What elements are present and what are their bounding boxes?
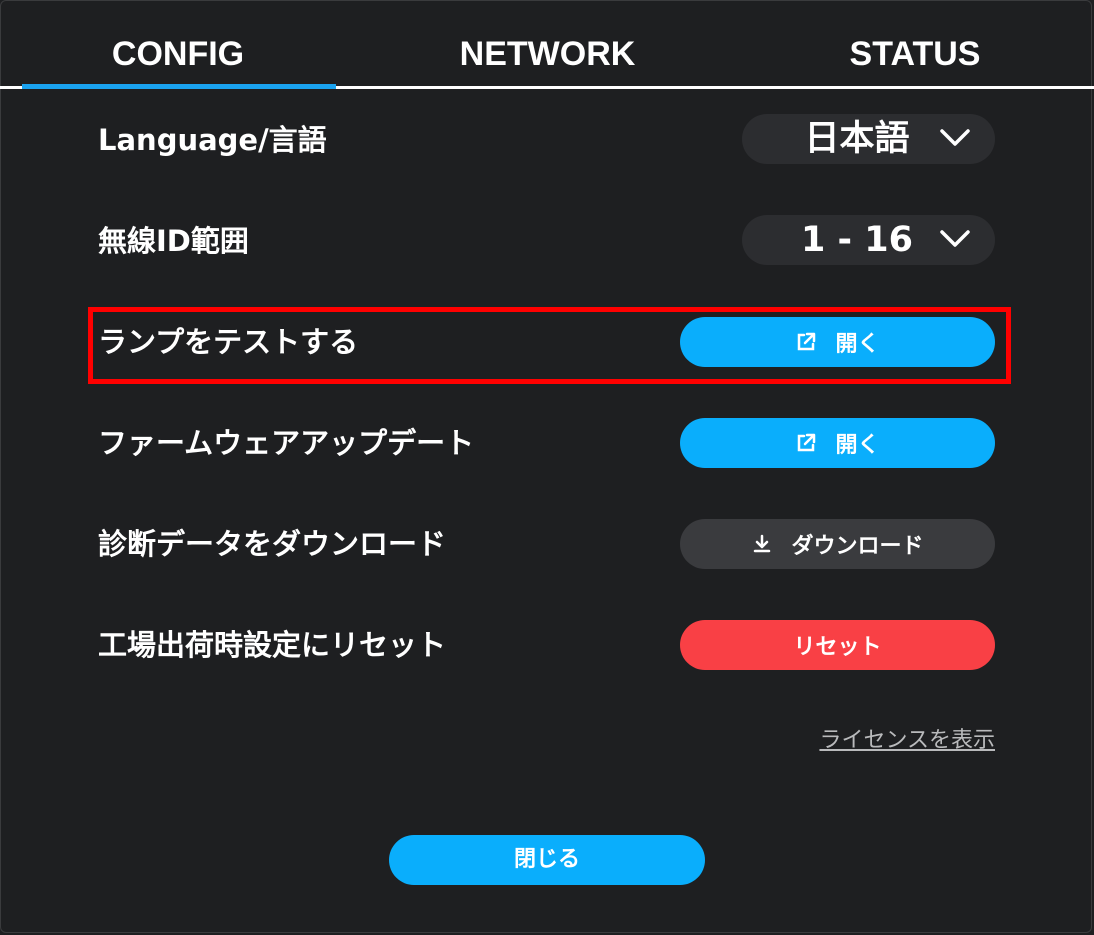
license-link[interactable]: ライセンスを表示 xyxy=(819,726,995,756)
external-link-icon xyxy=(798,433,816,452)
firmware-update-row: ファームウェアアップデート 開く xyxy=(98,417,995,469)
lamp-test-open-button[interactable]: 開く xyxy=(680,317,995,367)
tab-network[interactable]: NETWORK xyxy=(395,30,700,78)
tab-status[interactable]: STATUS xyxy=(780,30,1050,78)
wireless-id-value: 1 - 16 xyxy=(801,220,913,260)
wireless-id-select[interactable]: 1 - 16 xyxy=(742,215,995,265)
firmware-update-label: ファームウェアアップデート xyxy=(98,426,475,460)
lamp-test-row: ランプをテストする 開く xyxy=(98,316,995,368)
external-link-icon xyxy=(798,332,816,351)
wireless-id-label: 無線ID範囲 xyxy=(98,224,249,258)
firmware-update-button-label: 開く xyxy=(835,433,880,458)
factory-reset-label: 工場出荷時設定にリセット xyxy=(98,628,447,662)
language-label: Language/言語 xyxy=(98,123,327,157)
tab-config[interactable]: CONFIG xyxy=(20,30,336,78)
tab-bar: CONFIG NETWORK STATUS xyxy=(0,0,1094,90)
diagnostics-label: 診断データをダウンロード xyxy=(98,527,447,561)
wireless-id-row: 無線ID範囲 1 - 16 xyxy=(98,215,995,267)
chevron-down-icon xyxy=(940,129,970,146)
close-button[interactable]: 閉じる xyxy=(389,835,705,885)
active-tab-indicator xyxy=(22,84,336,89)
language-row: Language/言語 日本語 xyxy=(98,114,995,166)
diagnostics-button-label: ダウンロード xyxy=(791,534,924,559)
download-icon xyxy=(754,534,771,553)
chevron-down-icon xyxy=(940,230,970,247)
diagnostics-row: 診断データをダウンロード ダウンロード xyxy=(98,518,995,570)
lamp-test-label: ランプをテストする xyxy=(98,325,359,359)
factory-reset-button-label: リセット xyxy=(793,635,882,660)
firmware-update-open-button[interactable]: 開く xyxy=(680,418,995,468)
factory-reset-button[interactable]: リセット xyxy=(680,620,995,670)
diagnostics-download-button[interactable]: ダウンロード xyxy=(680,519,995,569)
factory-reset-row: 工場出荷時設定にリセット リセット xyxy=(98,619,995,671)
lamp-test-button-label: 開く xyxy=(835,332,880,357)
language-select[interactable]: 日本語 xyxy=(742,114,995,164)
language-value: 日本語 xyxy=(804,119,910,159)
